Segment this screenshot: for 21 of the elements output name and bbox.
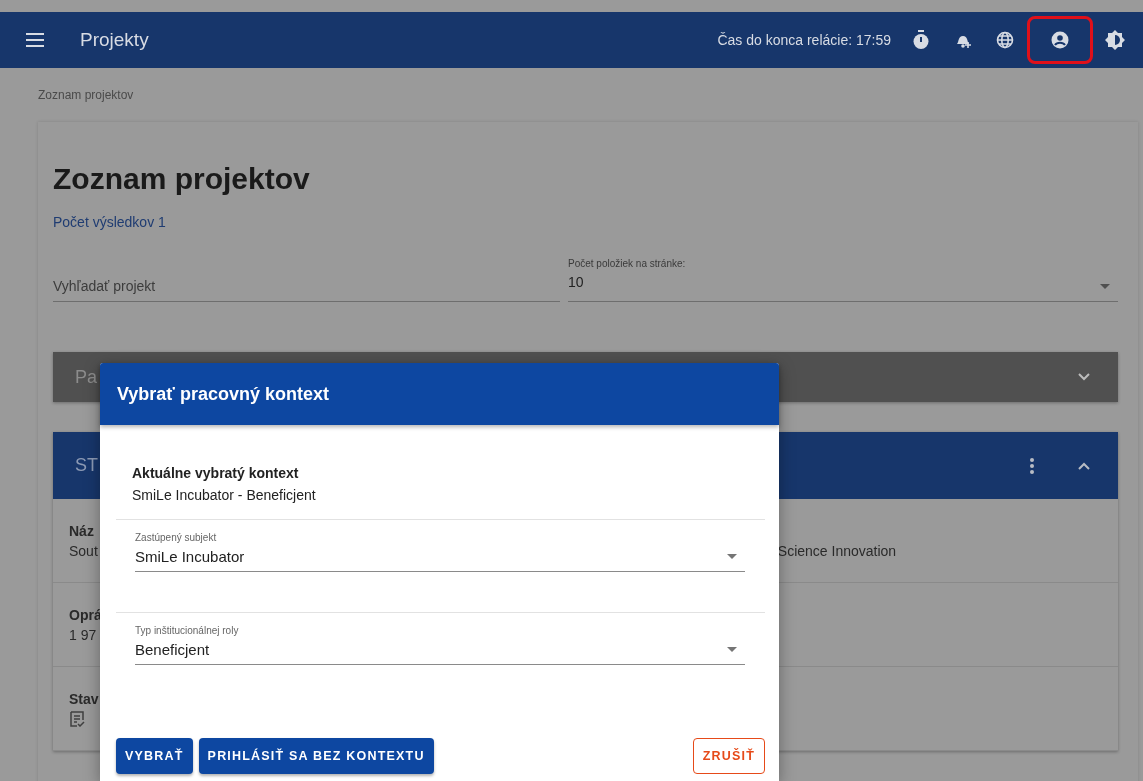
field-label: Zastúpený subjekt <box>135 532 218 543</box>
field-value: 10 <box>568 274 584 290</box>
detail-value: Sout <box>69 542 98 559</box>
panel-title: Pa <box>75 366 98 388</box>
dialog-title: Vybrať pracovný kontext <box>117 383 330 405</box>
field-label: Počet položiek na stránke: <box>568 258 687 269</box>
field-value: SmiLe Incubator <box>135 548 245 565</box>
result-count: Počet výsledkov 1 <box>53 214 167 230</box>
field-value: Beneficjent <box>135 641 210 658</box>
current-context-value: SmiLe Incubator - Beneficjent <box>132 487 317 505</box>
app-title: Projekty <box>80 29 149 51</box>
detail-value: 1 97 <box>69 626 97 643</box>
field-label: Typ inštitucionálnej roly <box>135 625 240 636</box>
detail-label: Oprá <box>69 606 102 623</box>
detail-label: Stav <box>69 690 99 707</box>
detail-label: Náz <box>69 522 94 539</box>
page-heading: Zoznam projektov <box>53 162 311 196</box>
project-title: ST <box>75 455 98 476</box>
current-context-label: Aktuálne vybratý kontext <box>132 465 300 481</box>
detail-value: Science Innovation <box>777 542 897 559</box>
session-timer: Čas do konca relácie: 17:59 <box>717 32 891 48</box>
